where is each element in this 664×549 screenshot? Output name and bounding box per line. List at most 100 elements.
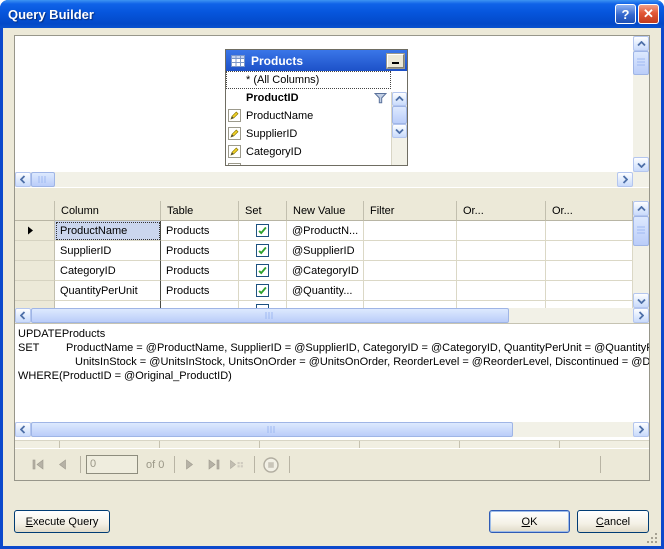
cell-column[interactable]: SupplierID <box>55 241 161 261</box>
cell-column[interactable]: ProductName <box>55 221 161 241</box>
grid-header-or1[interactable]: Or... <box>457 201 546 221</box>
resize-grip[interactable] <box>646 532 659 545</box>
cell-set-empty[interactable] <box>239 301 287 308</box>
cell-new-value[interactable]: @ProductN... <box>287 221 364 241</box>
products-table-window[interactable]: Products * (All Columns) ProductID <box>225 49 408 166</box>
grid-horizontal-scrollbar[interactable] <box>15 308 649 323</box>
cell-or1[interactable] <box>457 281 546 301</box>
execute-query-button[interactable]: Execute Query <box>14 510 110 533</box>
scroll-left-icon[interactable] <box>15 308 31 323</box>
diagram-horizontal-scrollbar[interactable] <box>15 172 633 187</box>
scroll-down-icon[interactable] <box>633 293 649 308</box>
grid-header-or2[interactable]: Or... <box>546 201 633 221</box>
scroll-left-icon[interactable] <box>15 172 31 187</box>
field-productid[interactable]: ProductID <box>226 89 391 107</box>
diagram-pane[interactable]: Products * (All Columns) ProductID <box>15 36 633 172</box>
cell-or2-empty[interactable] <box>546 301 633 308</box>
cell-or1[interactable] <box>457 261 546 281</box>
field-all-columns[interactable]: * (All Columns) <box>226 71 391 89</box>
sql-horizontal-scrollbar[interactable] <box>15 422 649 437</box>
cell-set[interactable] <box>239 281 287 301</box>
field-productname[interactable]: ProductName <box>226 107 391 125</box>
grid-vertical-scrollbar[interactable] <box>633 201 649 308</box>
row-header[interactable] <box>15 241 55 261</box>
minimize-table-button[interactable] <box>387 54 404 68</box>
cell-set[interactable] <box>239 241 287 261</box>
cell-set[interactable] <box>239 261 287 281</box>
row-header[interactable] <box>15 261 55 281</box>
cell-filter[interactable] <box>364 221 457 241</box>
cell-filter[interactable] <box>364 241 457 261</box>
field-categoryid[interactable]: CategoryID <box>226 143 391 161</box>
grid-header-column[interactable]: Column <box>55 201 161 221</box>
scroll-right-icon[interactable] <box>617 172 633 187</box>
cell-table[interactable]: Products <box>161 241 239 261</box>
cell-or2[interactable] <box>546 261 633 281</box>
cancel-button[interactable]: Cancel <box>577 510 649 533</box>
cell-new-value-empty[interactable] <box>287 301 364 308</box>
cell-or1[interactable] <box>457 241 546 261</box>
title-bar[interactable]: Query Builder ? ✕ <box>0 0 664 28</box>
set-checkbox-checked[interactable] <box>256 264 269 277</box>
help-button[interactable]: ? <box>615 4 636 24</box>
cell-new-value[interactable]: @CategoryID <box>287 261 364 281</box>
scroll-down-icon[interactable] <box>633 157 649 172</box>
cell-or2[interactable] <box>546 221 633 241</box>
grid-header-set[interactable]: Set <box>239 201 287 221</box>
cell-table[interactable]: Products <box>161 261 239 281</box>
scroll-track[interactable] <box>55 172 617 187</box>
scroll-down-icon[interactable] <box>392 124 407 138</box>
scroll-up-icon[interactable] <box>633 36 649 51</box>
scroll-track[interactable] <box>633 246 649 293</box>
cell-filter[interactable] <box>364 281 457 301</box>
cell-column[interactable]: QuantityPerUnit <box>55 281 161 301</box>
grid-header-filter[interactable]: Filter <box>364 201 457 221</box>
scroll-thumb[interactable] <box>31 172 55 187</box>
cell-table-empty[interactable] <box>161 301 239 308</box>
cell-filter-empty[interactable] <box>364 301 457 308</box>
sql-pane[interactable]: UPDATE Products SET ProductName = @Produ… <box>15 323 649 422</box>
cell-or2[interactable] <box>546 241 633 261</box>
field-supplierid[interactable]: SupplierID <box>226 125 391 143</box>
scroll-thumb[interactable] <box>633 51 649 75</box>
ok-button[interactable]: OK <box>489 510 570 533</box>
scroll-thumb[interactable] <box>633 216 649 246</box>
diagram-vertical-scrollbar[interactable] <box>633 36 649 172</box>
row-header[interactable] <box>15 301 55 308</box>
products-table-titlebar[interactable]: Products <box>226 50 407 71</box>
set-checkbox-checked[interactable] <box>256 224 269 237</box>
cell-or2[interactable] <box>546 281 633 301</box>
cell-filter[interactable] <box>364 261 457 281</box>
scroll-left-icon[interactable] <box>15 422 31 437</box>
row-header-current[interactable] <box>15 221 55 241</box>
scroll-track[interactable] <box>509 308 633 323</box>
cell-set[interactable] <box>239 221 287 241</box>
move-first-button <box>29 456 47 474</box>
cell-or1-empty[interactable] <box>457 301 546 308</box>
grid-header-table[interactable]: Table <box>161 201 239 221</box>
set-checkbox-checked[interactable] <box>256 244 269 257</box>
scroll-thumb[interactable] <box>31 308 509 323</box>
pencil-icon <box>228 127 241 140</box>
scroll-up-icon[interactable] <box>392 92 407 106</box>
cell-column[interactable]: CategoryID <box>55 261 161 281</box>
cell-table[interactable]: Products <box>161 281 239 301</box>
cell-table[interactable]: Products <box>161 221 239 241</box>
scroll-track[interactable] <box>513 422 633 437</box>
cell-or1[interactable] <box>457 221 546 241</box>
scroll-up-icon[interactable] <box>633 201 649 216</box>
cell-new-value[interactable]: @Quantity... <box>287 281 364 301</box>
scroll-thumb[interactable] <box>392 106 407 124</box>
scroll-right-icon[interactable] <box>633 308 649 323</box>
table-list-scrollbar[interactable] <box>391 92 407 165</box>
close-button[interactable]: ✕ <box>638 4 659 24</box>
scroll-track[interactable] <box>633 75 649 157</box>
set-checkbox-checked[interactable] <box>256 284 269 297</box>
scroll-right-icon[interactable] <box>633 422 649 437</box>
row-header[interactable] <box>15 281 55 301</box>
cell-column-empty[interactable] <box>55 301 161 308</box>
cell-new-value[interactable]: @SupplierID <box>287 241 364 261</box>
scroll-thumb[interactable] <box>31 422 513 437</box>
grid-header-new-value[interactable]: New Value <box>287 201 364 221</box>
pane-splitter[interactable] <box>15 187 649 201</box>
